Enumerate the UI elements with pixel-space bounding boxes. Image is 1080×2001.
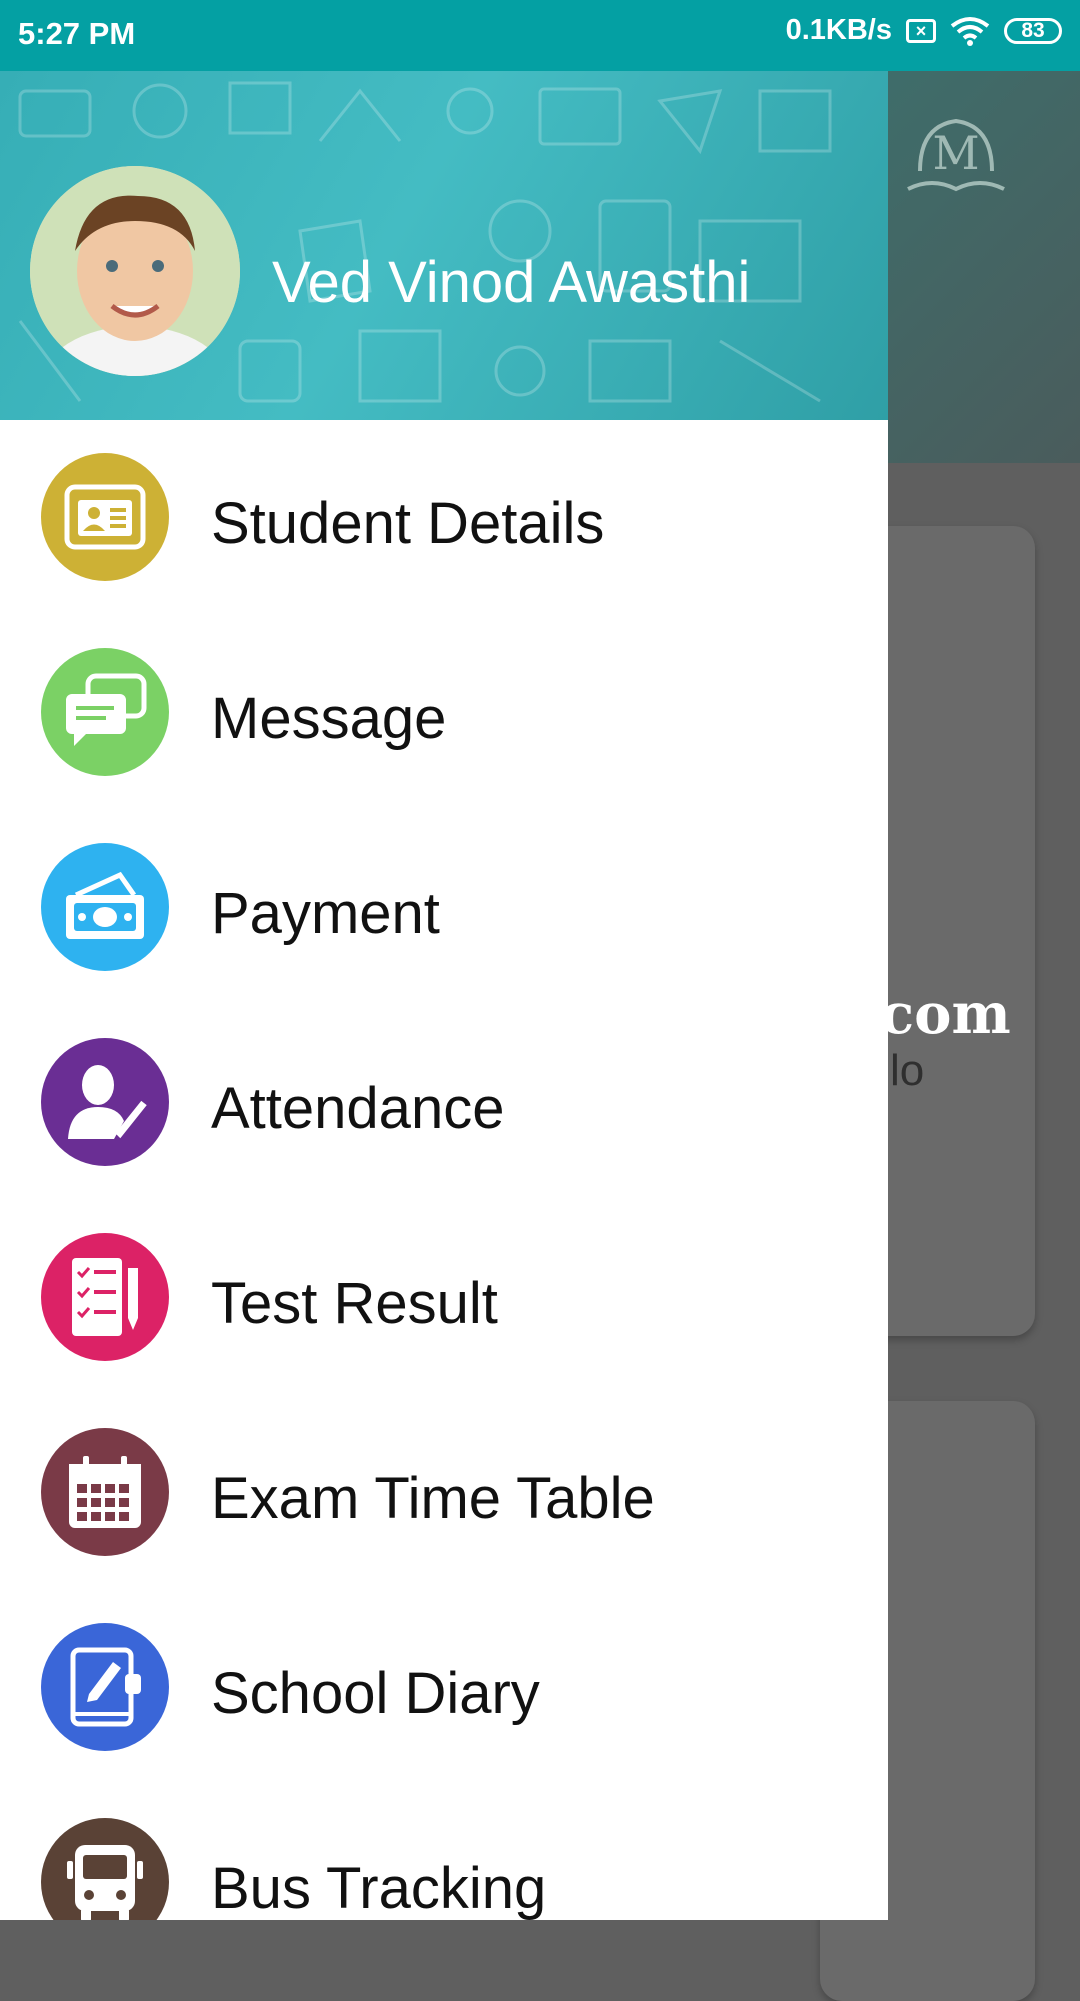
menu-item-label: Test Result [211, 1271, 498, 1336]
navigation-drawer: Ved Vinod Awasthi Student Details Messag… [0, 71, 888, 1920]
menu-item-bus-tracking[interactable]: Bus Tracking [0, 1785, 888, 1920]
background-text: lo [890, 1046, 925, 1095]
menu-item-test-result[interactable]: Test Result [0, 1200, 888, 1395]
menu-item-label: Payment [211, 881, 440, 946]
background-text: com [880, 981, 1011, 1047]
avatar[interactable] [30, 166, 240, 376]
battery-icon: 83 [1004, 17, 1062, 44]
money-icon [41, 843, 169, 971]
menu-item-label: Attendance [211, 1076, 505, 1141]
menu-item-school-diary[interactable]: School Diary [0, 1590, 888, 1785]
status-icons: 0.1KB/s × 83 [786, 14, 1062, 47]
menu-item-label: School Diary [211, 1661, 540, 1726]
app-logo-icon: M [907, 118, 1005, 192]
person-check-icon [41, 1038, 169, 1166]
status-bar: 5:27 PM 0.1KB/s × 83 [0, 0, 1080, 71]
menu-item-label: Student Details [211, 491, 605, 556]
bus-icon [41, 1818, 169, 1920]
user-name: Ved Vinod Awasthi [272, 250, 751, 315]
menu-item-message[interactable]: Message [0, 615, 888, 810]
avatar-photo [30, 166, 240, 376]
calendar-icon [41, 1428, 169, 1556]
menu-item-student-details[interactable]: Student Details [0, 420, 888, 615]
menu-item-label: Bus Tracking [211, 1856, 547, 1920]
drawer-header: Ved Vinod Awasthi [0, 71, 888, 420]
network-speed: 0.1KB/s [785, 14, 892, 46]
menu-item-attendance[interactable]: Attendance [0, 1005, 888, 1200]
menu-item-label: Message [211, 686, 447, 751]
menu-item-label: Exam Time Table [211, 1466, 655, 1531]
status-time: 5:27 PM [18, 16, 136, 51]
chat-bubbles-icon [41, 648, 169, 776]
diary-pen-icon [41, 1623, 169, 1751]
wifi-icon [950, 16, 990, 46]
no-sim-icon: × [906, 18, 936, 43]
checklist-icon [41, 1233, 169, 1361]
id-card-icon [41, 453, 169, 581]
drawer-menu: Student Details Message Payment Attendan… [0, 420, 888, 1920]
menu-item-exam-time-table[interactable]: Exam Time Table [0, 1395, 888, 1590]
svg-text:M: M [932, 126, 979, 180]
menu-item-payment[interactable]: Payment [0, 810, 888, 1005]
